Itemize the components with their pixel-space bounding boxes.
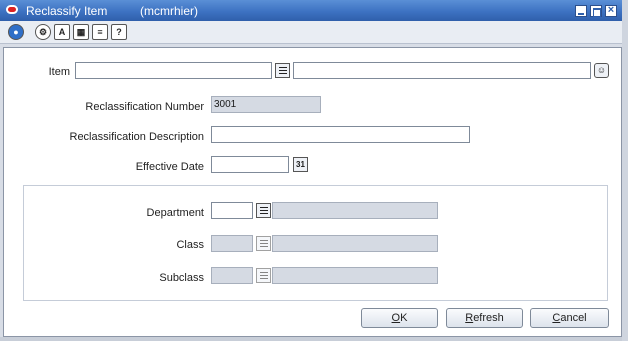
ok-button-rest: K	[400, 312, 408, 324]
class-label: Class	[176, 239, 204, 251]
refresh-button-rest: efresh	[473, 312, 504, 324]
maximize-icon[interactable]	[590, 5, 602, 17]
background-window-right-edge	[622, 0, 628, 341]
calendar-icon[interactable]: 31	[293, 157, 308, 172]
toolbar: ● ⚙ A ▦ ≡ ?	[0, 21, 622, 44]
reclass-description-label: Reclassification Description	[69, 131, 205, 143]
class-description-field	[272, 235, 438, 252]
ok-button[interactable]: OK	[361, 308, 438, 328]
refresh-button-accel: R	[465, 312, 474, 324]
reclass-description-input[interactable]	[211, 126, 470, 143]
department-input[interactable]	[211, 202, 253, 219]
spell-check-icon[interactable]: A	[54, 24, 70, 40]
cancel-button-rest: ancel	[560, 312, 587, 324]
window-title: Reclassify Item	[26, 4, 108, 18]
minimize-icon[interactable]	[575, 5, 587, 17]
subclass-label: Subclass	[159, 272, 204, 284]
close-icon[interactable]: ×	[605, 4, 617, 17]
item-input[interactable]	[75, 62, 272, 79]
window-user: (mcmrhier)	[140, 4, 198, 18]
calendar-grid-icon[interactable]: ▦	[73, 24, 89, 40]
item-label: Item	[48, 66, 70, 78]
department-description-field	[272, 202, 438, 219]
help-about-icon[interactable]: ⚙	[35, 24, 51, 40]
subclass-input	[211, 267, 253, 284]
subclass-lov-icon	[256, 268, 271, 283]
oracle-app-icon	[6, 5, 18, 14]
ok-button-accel: O	[391, 312, 401, 324]
reclass-number-label: Reclassification Number	[85, 101, 204, 113]
question-icon[interactable]: ?	[111, 24, 127, 40]
comment-icon[interactable]: ☺	[594, 63, 609, 78]
item-description-input[interactable]	[293, 62, 591, 79]
reclass-number-field: 3001	[211, 96, 321, 113]
background-window-edge	[0, 337, 628, 341]
cancel-button[interactable]: Cancel	[530, 308, 609, 328]
department-label: Department	[146, 207, 204, 219]
globe-icon[interactable]: ●	[8, 24, 24, 40]
class-input	[211, 235, 253, 252]
list-icon[interactable]: ≡	[92, 24, 108, 40]
item-lov-icon[interactable]	[275, 63, 290, 78]
window-title-bar[interactable]: Reclassify Item (mcmrhier) ×	[0, 0, 622, 21]
effective-date-input[interactable]	[211, 156, 289, 173]
effective-date-label: Effective Date	[135, 161, 204, 173]
refresh-button[interactable]: Refresh	[446, 308, 523, 328]
subclass-description-field	[272, 267, 438, 284]
class-lov-icon	[256, 236, 271, 251]
department-lov-icon[interactable]	[256, 203, 271, 218]
